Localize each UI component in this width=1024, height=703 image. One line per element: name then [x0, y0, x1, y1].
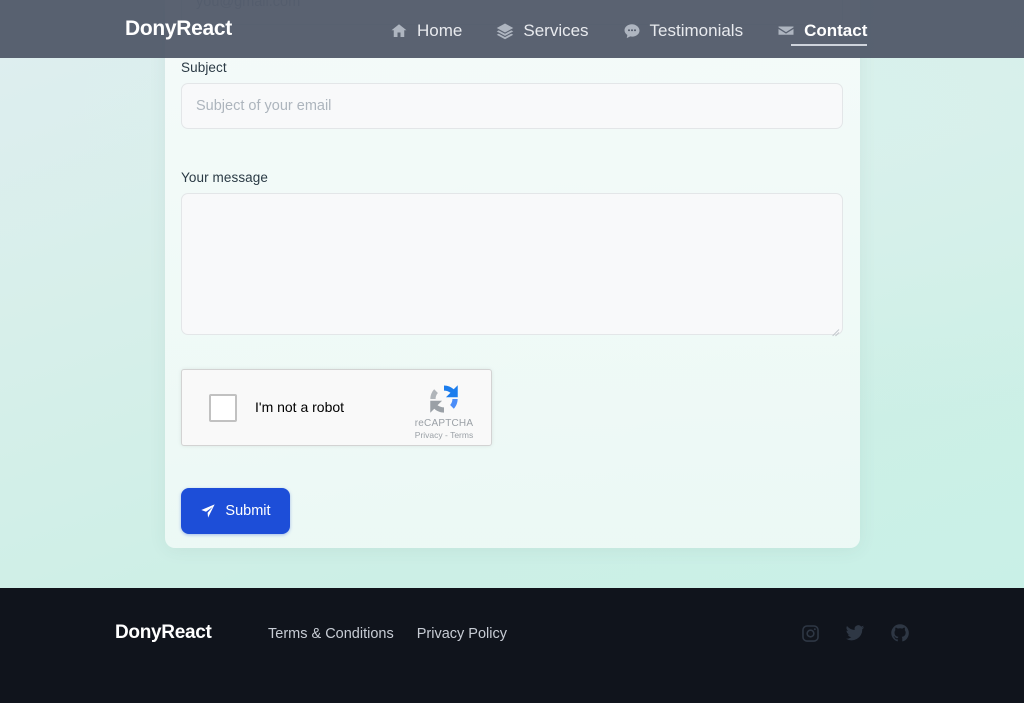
nav-item-services-label: Services [523, 21, 589, 40]
recaptcha-logo-icon [430, 385, 458, 413]
subject-input[interactable] [181, 83, 843, 129]
footer-top-row: DonyReact Terms & Conditions Privacy Pol… [115, 614, 910, 656]
navbar: DonyReact Home Services Testimonials Con… [0, 0, 1024, 58]
submit-button-label: Submit [225, 503, 271, 519]
recaptcha-terms[interactable]: Privacy - Terms [407, 430, 481, 440]
contact-form-card: Email Subject Your message I'm not a rob… [165, 0, 860, 548]
footer: DonyReact Terms & Conditions Privacy Pol… [0, 588, 1024, 703]
recaptcha-checkbox[interactable] [209, 394, 237, 422]
message-field-block: Your message [181, 170, 843, 337]
subject-field-block: Subject [181, 60, 843, 129]
recaptcha-widget[interactable]: I'm not a robot reCAPTCHA Privacy - Term… [181, 369, 492, 446]
instagram-icon[interactable] [801, 624, 820, 643]
nav-item-contact[interactable]: Contact [777, 0, 868, 58]
message-label: Your message [181, 170, 269, 185]
nav-item-testimonials-label: Testimonials [649, 21, 744, 40]
footer-brand[interactable]: DonyReact [115, 622, 212, 644]
nav-item-contact-label: Contact [804, 21, 868, 40]
twitter-icon[interactable] [845, 623, 865, 643]
footer-links: Terms & Conditions Privacy Policy [268, 626, 507, 642]
home-icon [390, 22, 408, 40]
message-textarea[interactable] [181, 193, 843, 335]
nav-item-testimonials[interactable]: Testimonials [623, 0, 744, 58]
navbar-links: Home Services Testimonials Contact [390, 0, 868, 58]
recaptcha-branding: reCAPTCHA Privacy - Terms [407, 378, 481, 440]
nav-item-services[interactable]: Services [496, 0, 589, 58]
footer-link-privacy[interactable]: Privacy Policy [417, 626, 507, 642]
nav-item-home[interactable]: Home [390, 0, 462, 58]
paper-plane-icon [201, 504, 216, 518]
footer-social-links [801, 623, 910, 643]
navbar-brand[interactable]: DonyReact [125, 17, 232, 41]
layers-icon [496, 22, 514, 40]
recaptcha-label: I'm not a robot [255, 399, 345, 415]
recaptcha-brand-name: reCAPTCHA [414, 418, 474, 429]
nav-item-home-label: Home [417, 21, 463, 40]
subject-label: Subject [181, 60, 227, 75]
footer-link-terms[interactable]: Terms & Conditions [268, 626, 394, 642]
comment-icon [623, 22, 641, 40]
github-icon[interactable] [890, 623, 910, 643]
submit-button[interactable]: Submit [181, 488, 290, 534]
active-nav-underline [791, 44, 868, 46]
envelope-icon [777, 22, 795, 40]
